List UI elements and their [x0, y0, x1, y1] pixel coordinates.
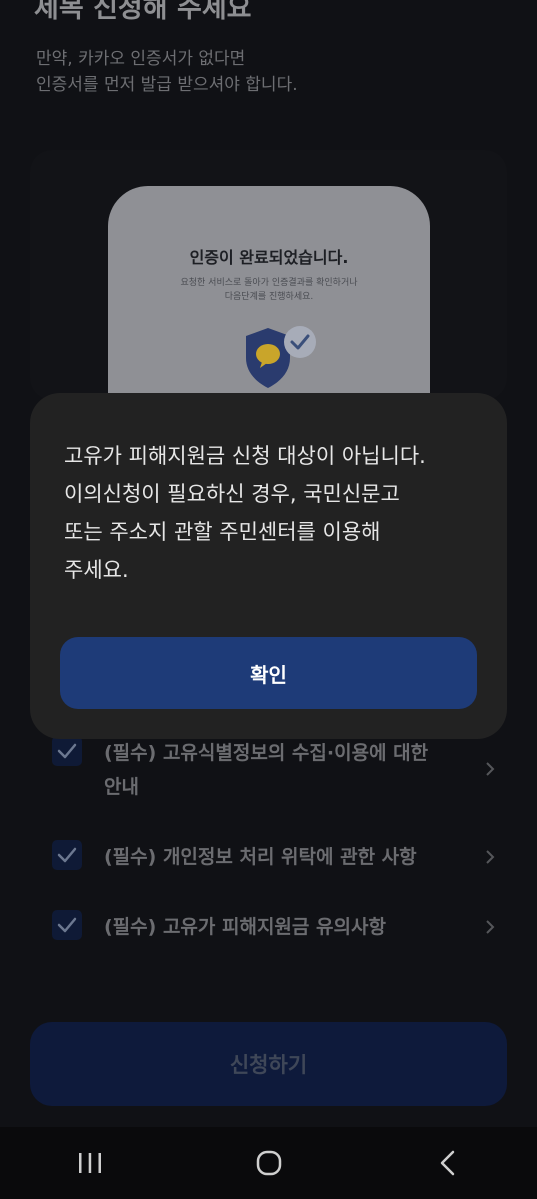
dialog-message-line: 이의신청이 필요하신 경우, 국민신문고	[64, 482, 400, 506]
dialog-message-line: 또는 주소지 관할 주민센터를 이용해	[64, 520, 381, 544]
illustration-subtitle: 요청한 서비스로 돌아가 인증결과를 확인하거나 다음단계를 진행하세요.	[108, 276, 430, 304]
agreement-label: (필수) 개인정보 처리 위탁에 관한 사항	[104, 840, 494, 874]
dialog-message-line: 고유가 피해지원금 신청 대상이 아닙니다.	[64, 444, 426, 468]
illustration-subtitle-line: 다음단계를 진행하세요.	[224, 292, 314, 302]
screen: 제목 신청해 주세요 만약, 카카오 인증서가 없다면 인증서를 먼저 발급 받…	[0, 0, 537, 1199]
system-navbar	[0, 1127, 537, 1199]
illustration-subtitle-line: 요청한 서비스로 돌아가 인증결과를 확인하거나	[180, 278, 358, 288]
chevron-right-icon[interactable]	[484, 760, 496, 782]
checkbox-checked-icon[interactable]	[52, 840, 82, 870]
agreement-label-line: (필수) 고유식별정보의 수집·이용에 대한	[104, 742, 429, 764]
description-line: 만약, 카카오 인증서가 없다면	[36, 49, 246, 69]
apply-button[interactable]: 신청하기	[30, 1022, 507, 1106]
illustration-title: 인증이 완료되었습니다.	[189, 248, 349, 267]
dialog-message: 고유가 피해지원금 신청 대상이 아닙니다. 이의신청이 필요하신 경우, 국민…	[64, 437, 484, 589]
agreement-item[interactable]: (필수) 고유식별정보의 수집·이용에 대한 안내	[52, 736, 494, 804]
agreement-label-line: 안내	[104, 776, 139, 798]
agreement-label-line: (필수) 고유가 피해지원금 유의사항	[104, 916, 386, 938]
page-heading: 제목 신청해 주세요	[34, 0, 252, 24]
agreement-item[interactable]: (필수) 고유가 피해지원금 유의사항	[52, 910, 494, 944]
confirm-button[interactable]: 확인	[60, 637, 477, 709]
checkbox-checked-icon[interactable]	[52, 736, 82, 766]
description-line: 인증서를 먼저 발급 받으셔야 합니다.	[36, 75, 298, 95]
back-icon[interactable]	[408, 1127, 488, 1199]
recent-apps-icon[interactable]	[50, 1127, 130, 1199]
shield-check-icon	[240, 324, 320, 398]
home-icon[interactable]	[229, 1127, 309, 1199]
chevron-right-icon[interactable]	[484, 918, 496, 940]
alert-dialog: 고유가 피해지원금 신청 대상이 아닙니다. 이의신청이 필요하신 경우, 국민…	[30, 393, 507, 739]
agreement-label-line: (필수) 개인정보 처리 위탁에 관한 사항	[104, 846, 417, 868]
agreement-item[interactable]: (필수) 개인정보 처리 위탁에 관한 사항	[52, 840, 494, 874]
agreement-label: (필수) 고유가 피해지원금 유의사항	[104, 910, 494, 944]
page-description: 만약, 카카오 인증서가 없다면 인증서를 먼저 발급 받으셔야 합니다.	[36, 46, 298, 98]
agreement-label: (필수) 고유식별정보의 수집·이용에 대한 안내	[104, 736, 494, 804]
dialog-message-line: 주세요.	[64, 558, 129, 582]
chevron-right-icon[interactable]	[484, 848, 496, 870]
checkbox-checked-icon[interactable]	[52, 910, 82, 940]
